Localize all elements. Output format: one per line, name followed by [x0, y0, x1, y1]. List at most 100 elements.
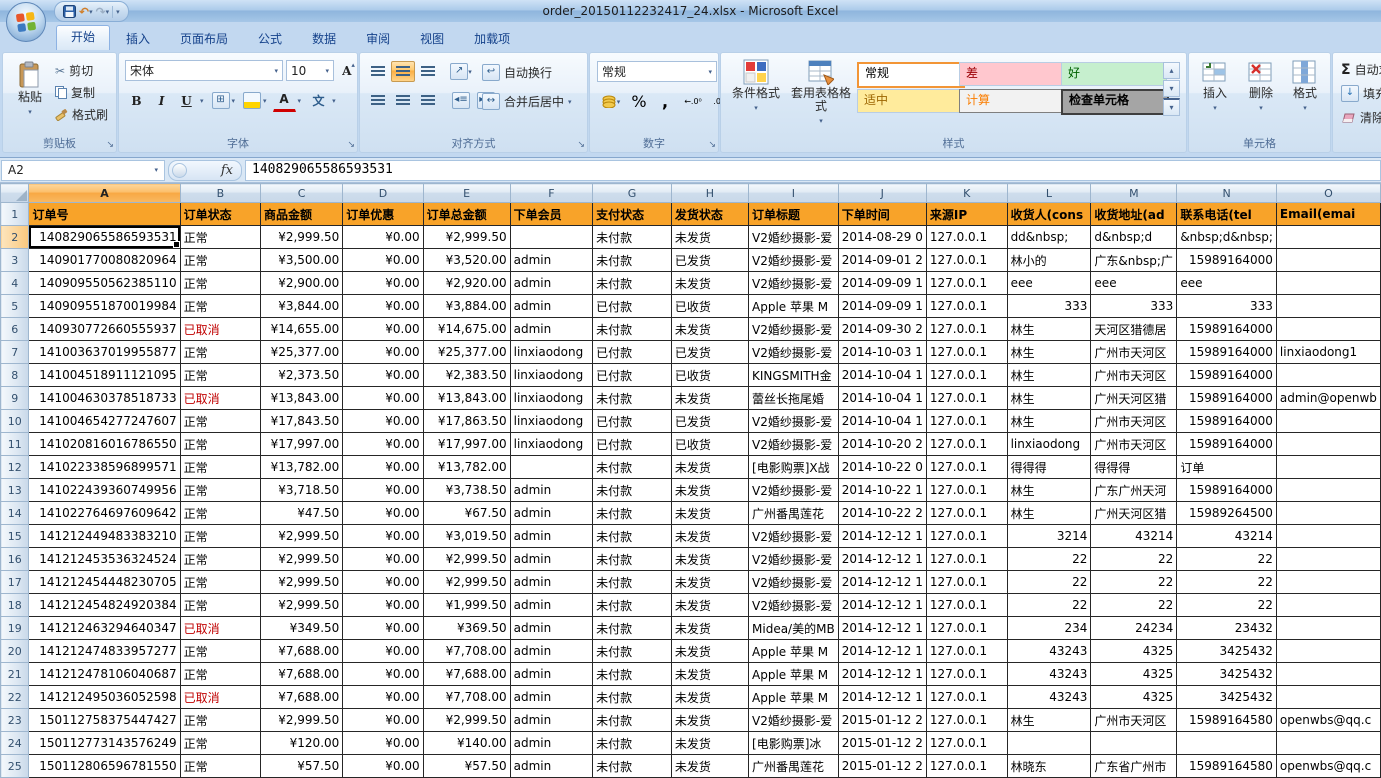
gallery-more-button[interactable]: ▾: [1163, 98, 1180, 116]
row-header-21[interactable]: 21: [1, 663, 29, 686]
cell-O14[interactable]: [1276, 502, 1380, 525]
cell-B6[interactable]: 已取消: [180, 318, 260, 341]
row-header-19[interactable]: 19: [1, 617, 29, 640]
cell-G20[interactable]: 未付款: [593, 640, 672, 663]
autosum-button[interactable]: Σ自动求和: [1341, 61, 1381, 78]
cell-A9[interactable]: 141004630378518733: [29, 387, 180, 410]
cell-C7[interactable]: ¥25,377.00: [261, 341, 343, 364]
cell-M1[interactable]: 收货地址(ad: [1091, 203, 1177, 226]
cell-G12[interactable]: 未付款: [593, 456, 672, 479]
column-header-A[interactable]: A: [29, 184, 180, 203]
bold-button[interactable]: B: [125, 90, 148, 111]
row-header-7[interactable]: 7: [1, 341, 29, 364]
cell-J23[interactable]: 2015-01-12 2: [838, 709, 926, 732]
cell-E24[interactable]: ¥140.00: [423, 732, 510, 755]
cell-H1[interactable]: 发货状态: [671, 203, 748, 226]
cell-I22[interactable]: Apple 苹果 M: [749, 686, 839, 709]
cell-I3[interactable]: V2婚纱摄影-爱: [749, 249, 839, 272]
cell-N7[interactable]: 15989164000: [1177, 341, 1277, 364]
cell-I11[interactable]: V2婚纱摄影-爱: [749, 433, 839, 456]
redo-button[interactable]: ↷▾: [96, 5, 110, 19]
cell-F5[interactable]: admin: [510, 295, 592, 318]
cell-J4[interactable]: 2014-09-09 1: [838, 272, 926, 295]
cell-F23[interactable]: admin: [510, 709, 592, 732]
cell-L21[interactable]: 43243: [1007, 663, 1091, 686]
cell-I16[interactable]: V2婚纱摄影-爱: [749, 548, 839, 571]
cell-K24[interactable]: 127.0.0.1: [926, 732, 1007, 755]
cell-F10[interactable]: linxiaodong: [510, 410, 592, 433]
cell-C20[interactable]: ¥7,688.00: [261, 640, 343, 663]
phonetic-dropdown-icon[interactable]: ▾: [332, 97, 336, 105]
cell-E3[interactable]: ¥3,520.00: [423, 249, 510, 272]
cell-J12[interactable]: 2014-10-22 0: [838, 456, 926, 479]
cell-E19[interactable]: ¥369.50: [423, 617, 510, 640]
cell-N17[interactable]: 22: [1177, 571, 1277, 594]
cell-L8[interactable]: 林生: [1007, 364, 1091, 387]
cell-I18[interactable]: V2婚纱摄影-爱: [749, 594, 839, 617]
cell-style-check[interactable]: 检查单元格: [1061, 89, 1169, 115]
cell-M22[interactable]: 4325: [1091, 686, 1177, 709]
cell-M7[interactable]: 广州市天河区: [1091, 341, 1177, 364]
cell-K10[interactable]: 127.0.0.1: [926, 410, 1007, 433]
cell-B10[interactable]: 正常: [180, 410, 260, 433]
cell-L17[interactable]: 22: [1007, 571, 1091, 594]
cell-A21[interactable]: 141212478106040687: [29, 663, 180, 686]
cell-M2[interactable]: d&nbsp;d: [1091, 226, 1177, 249]
cell-J7[interactable]: 2014-10-03 1: [838, 341, 926, 364]
cell-N6[interactable]: 15989164000: [1177, 318, 1277, 341]
cell-I6[interactable]: V2婚纱摄影-爱: [749, 318, 839, 341]
cell-D1[interactable]: 订单优惠: [343, 203, 423, 226]
cell-C10[interactable]: ¥17,843.50: [261, 410, 343, 433]
cell-D21[interactable]: ¥0.00: [343, 663, 423, 686]
cell-M21[interactable]: 4325: [1091, 663, 1177, 686]
cell-L22[interactable]: 43243: [1007, 686, 1091, 709]
cell-E7[interactable]: ¥25,377.00: [423, 341, 510, 364]
row-header-16[interactable]: 16: [1, 548, 29, 571]
cell-O10[interactable]: [1276, 410, 1380, 433]
cell-O18[interactable]: [1276, 594, 1380, 617]
cell-N2[interactable]: &nbsp;d&nbsp;: [1177, 226, 1277, 249]
row-header-10[interactable]: 10: [1, 410, 29, 433]
cell-M8[interactable]: 广州市天河区: [1091, 364, 1177, 387]
tab-view[interactable]: 视图: [406, 28, 458, 50]
cell-J24[interactable]: 2015-01-12 2: [838, 732, 926, 755]
cell-K18[interactable]: 127.0.0.1: [926, 594, 1007, 617]
cell-I25[interactable]: 广州番禺莲花: [749, 755, 839, 778]
cell-B16[interactable]: 正常: [180, 548, 260, 571]
cell-I12[interactable]: [电影购票]X战: [749, 456, 839, 479]
copy-button[interactable]: 复制: [55, 84, 108, 101]
row-header-25[interactable]: 25: [1, 755, 29, 778]
tab-insert[interactable]: 插入: [112, 28, 164, 50]
cell-A23[interactable]: 150112758375447427: [29, 709, 180, 732]
cell-B20[interactable]: 正常: [180, 640, 260, 663]
cell-I1[interactable]: 订单标题: [749, 203, 839, 226]
cell-O25[interactable]: openwbs@qq.c: [1276, 755, 1380, 778]
cell-G5[interactable]: 已付款: [593, 295, 672, 318]
phonetic-guide-button[interactable]: 文: [307, 90, 330, 111]
cell-O12[interactable]: [1276, 456, 1380, 479]
cell-D7[interactable]: ¥0.00: [343, 341, 423, 364]
cell-D8[interactable]: ¥0.00: [343, 364, 423, 387]
cell-style-bad[interactable]: 差: [959, 62, 1065, 86]
cell-C18[interactable]: ¥2,999.50: [261, 594, 343, 617]
cell-D22[interactable]: ¥0.00: [343, 686, 423, 709]
cell-G7[interactable]: 已付款: [593, 341, 672, 364]
gallery-scroll-up-button[interactable]: ▴: [1163, 62, 1180, 79]
row-header-17[interactable]: 17: [1, 571, 29, 594]
row-header-6[interactable]: 6: [1, 318, 29, 341]
cell-A25[interactable]: 150112806596781550: [29, 755, 180, 778]
cell-H6[interactable]: 未发货: [671, 318, 748, 341]
tab-data[interactable]: 数据: [298, 28, 350, 50]
cell-H22[interactable]: 未发货: [671, 686, 748, 709]
fill-color-dropdown-icon[interactable]: ▾: [263, 97, 267, 105]
cell-E1[interactable]: 订单总金额: [423, 203, 510, 226]
cell-J6[interactable]: 2014-09-30 2: [838, 318, 926, 341]
cell-O11[interactable]: [1276, 433, 1380, 456]
cell-G10[interactable]: 已付款: [593, 410, 672, 433]
row-header-24[interactable]: 24: [1, 732, 29, 755]
cell-L25[interactable]: 林晓东: [1007, 755, 1091, 778]
cell-O6[interactable]: [1276, 318, 1380, 341]
cell-I19[interactable]: Midea/美的MB: [749, 617, 839, 640]
delete-cells-button[interactable]: 删除 ▾: [1241, 59, 1281, 115]
cell-E17[interactable]: ¥2,999.50: [423, 571, 510, 594]
